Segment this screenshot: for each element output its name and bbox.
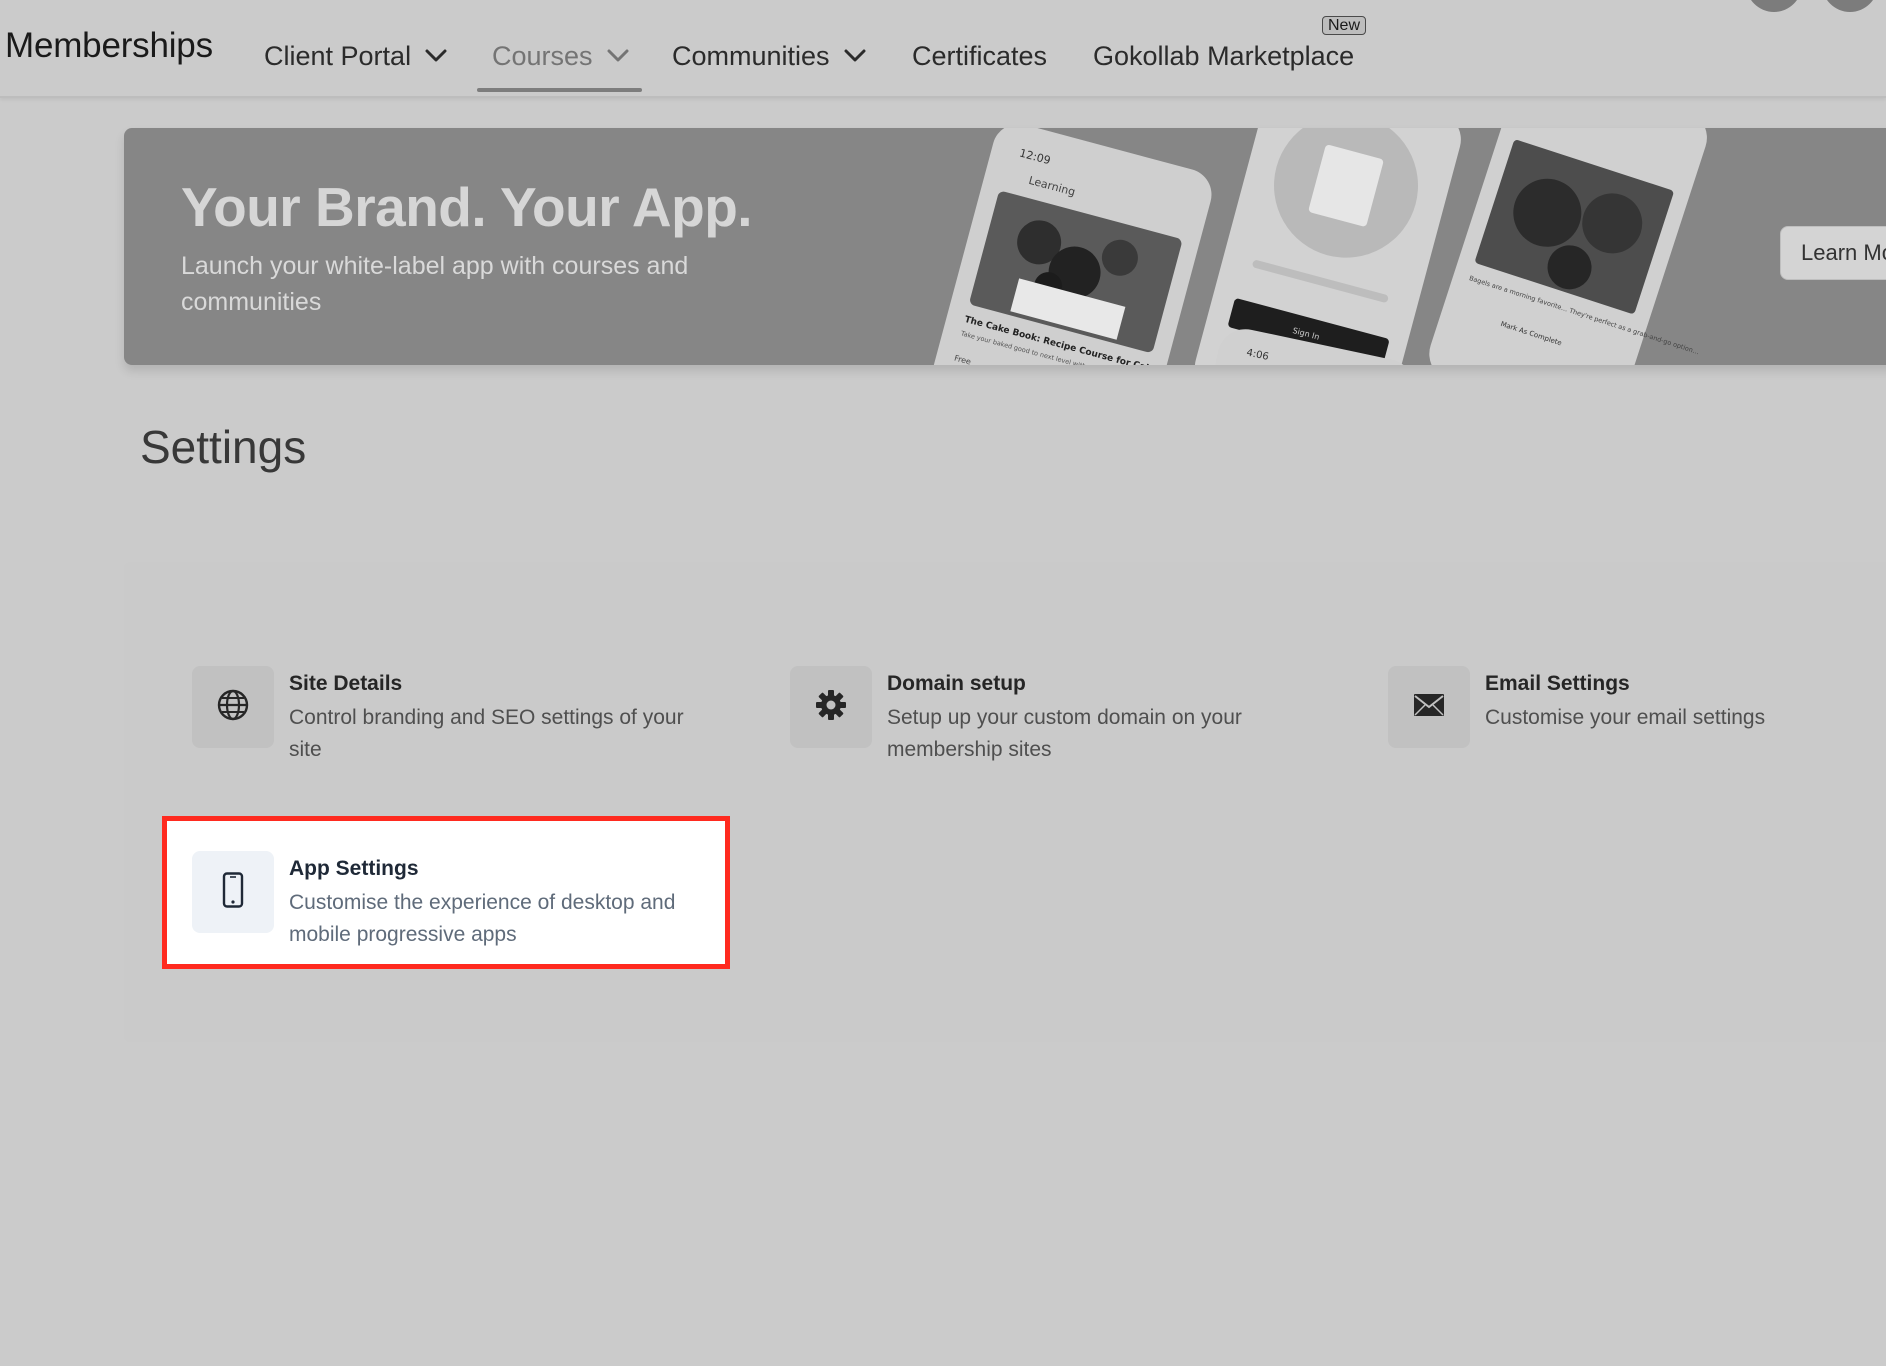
- app-mockup-phones: 12:09 Learning The Cake Book: Recipe Cou…: [923, 128, 1707, 365]
- app-settings-icon-box: [192, 851, 274, 933]
- top-navigation-bar: Memberships Client Portal Courses Commun…: [0, 0, 1886, 98]
- nav-communities-label: Communities: [672, 40, 830, 71]
- globe-icon: [216, 688, 250, 727]
- domain-setup-icon-box: [790, 666, 872, 748]
- domain-setup-card[interactable]: Domain setup Setup up your custom domain…: [790, 666, 1350, 786]
- app-settings-description: Customise the experience of desktop and …: [289, 891, 676, 946]
- chevron-down-icon: [607, 49, 629, 63]
- learn-more-button[interactable]: Learn More: [1780, 226, 1886, 280]
- site-details-title: Site Details: [289, 672, 403, 695]
- site-details-card[interactable]: Site Details Control branding and SEO se…: [192, 666, 752, 786]
- new-badge: New: [1322, 16, 1367, 35]
- email-settings-card[interactable]: Email Settings Customise your email sett…: [1388, 666, 1886, 786]
- nav-courses-label: Courses: [492, 40, 593, 71]
- active-tab-indicator: [477, 88, 642, 92]
- nav-client-portal-label: Client Portal: [264, 40, 412, 71]
- avatar[interactable]: [1822, 0, 1878, 12]
- site-details-icon-box: [192, 666, 274, 748]
- app-title: Memberships: [5, 26, 213, 65]
- mobile-phone-icon: [222, 871, 244, 913]
- avatar[interactable]: [1746, 0, 1802, 12]
- nav-certificates[interactable]: Certificates: [912, 36, 1047, 76]
- domain-setup-description: Setup up your custom domain on your memb…: [887, 706, 1242, 761]
- page-title: Settings: [140, 421, 307, 473]
- envelope-icon: [1413, 693, 1445, 722]
- gear-icon: [814, 688, 848, 727]
- nav-marketplace-label: Gokollab Marketplace: [1093, 40, 1355, 71]
- nav-gokollab-marketplace[interactable]: Gokollab Marketplace: [1093, 36, 1354, 76]
- domain-setup-title: Domain setup: [887, 672, 1026, 695]
- email-settings-title: Email Settings: [1485, 672, 1630, 695]
- chevron-down-icon: [844, 49, 866, 63]
- email-settings-description: Customise your email settings: [1485, 706, 1766, 729]
- phone-mockup-lesson: Bagels are a morning favorite… They're p…: [1429, 128, 1707, 365]
- nav-communities[interactable]: Communities: [672, 36, 866, 76]
- app-settings-card[interactable]: App Settings Customise the experience of…: [192, 851, 752, 971]
- app-settings-title: App Settings: [289, 857, 419, 880]
- chevron-down-icon: [425, 49, 447, 63]
- nav-client-portal[interactable]: Client Portal: [264, 36, 447, 76]
- email-settings-icon-box: [1388, 666, 1470, 748]
- phone-mockup-signin: Sign In: [1194, 128, 1461, 365]
- nav-certificates-label: Certificates: [912, 40, 1048, 71]
- site-details-description: Control branding and SEO settings of you…: [289, 706, 684, 761]
- promo-banner: Your Brand. Your App. Launch your white-…: [124, 128, 1886, 365]
- nav-courses[interactable]: Courses: [492, 36, 629, 76]
